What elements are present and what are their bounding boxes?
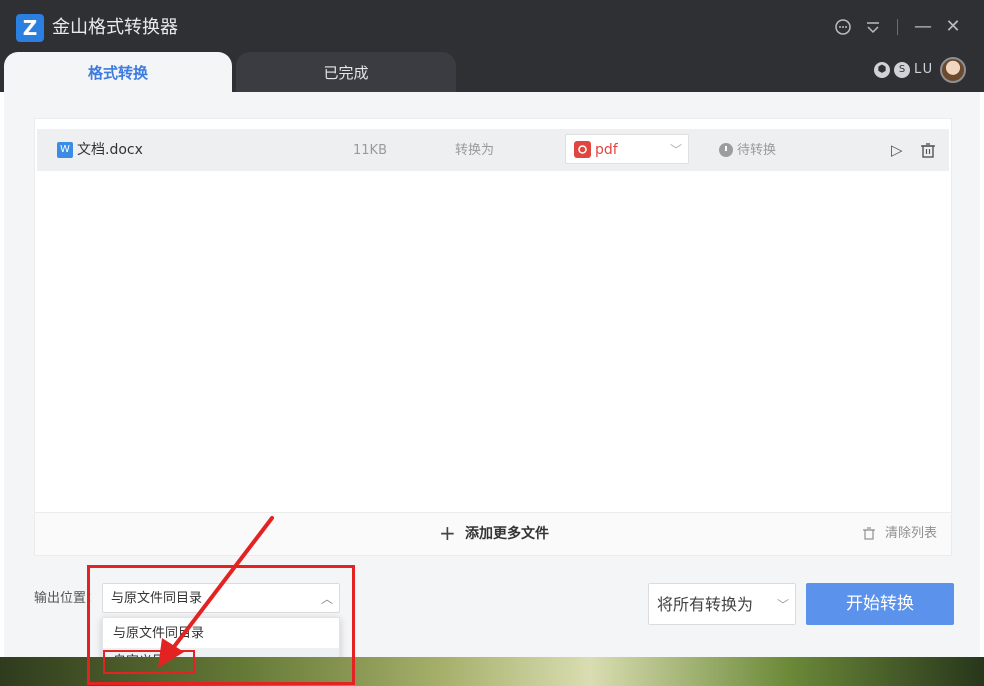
file-size: 11KB xyxy=(353,143,387,158)
add-more-files-button[interactable]: 添加更多文件 xyxy=(465,524,549,544)
plus-icon[interactable]: + xyxy=(439,522,456,544)
user-initials: LU xyxy=(914,62,935,77)
target-format-select[interactable]: pdf ﹀ xyxy=(565,134,689,164)
window-controls-divider xyxy=(897,19,898,35)
output-location-label: 输出位置： xyxy=(34,591,100,606)
app-logo-icon: Z xyxy=(16,14,44,42)
clock-icon xyxy=(719,143,733,157)
avatar[interactable] xyxy=(940,57,966,83)
trash-icon[interactable] xyxy=(921,139,935,164)
main-content: W 文档.docx 11KB 转换为 pdf ﹀ 待转换 ▷ + 添加更多文件 … xyxy=(4,92,980,686)
pdf-icon xyxy=(574,141,591,158)
tab-format-convert[interactable]: 格式转换 xyxy=(4,52,232,92)
convert-all-label: 将所有转换为 xyxy=(657,595,754,614)
chevron-up-icon: ︿ xyxy=(321,592,334,606)
convert-to-label: 转换为 xyxy=(455,143,495,158)
close-button[interactable]: ✕ xyxy=(940,14,966,40)
target-format-value: pdf xyxy=(595,142,618,158)
chevron-down-icon: ﹀ xyxy=(777,598,790,612)
file-name: 文档.docx xyxy=(77,142,143,158)
menu-icon[interactable] xyxy=(860,14,886,40)
vip-badge-icon: ⬢ xyxy=(874,62,890,78)
file-list-panel: W 文档.docx 11KB 转换为 pdf ﹀ 待转换 ▷ + 添加更多文件 … xyxy=(34,118,952,556)
app-title: 金山格式转换器 xyxy=(52,17,178,38)
play-icon[interactable]: ▷ xyxy=(891,139,903,161)
output-location-value: 与原文件同目录 xyxy=(111,591,203,606)
chevron-down-icon: ﹀ xyxy=(670,143,683,157)
tab-completed[interactable]: 已完成 xyxy=(236,52,456,92)
convert-all-select[interactable]: 将所有转换为 ﹀ xyxy=(648,583,796,625)
title-bar: Z 金山格式转换器 — ✕ 格式转换 已完成 ⬢ S LU xyxy=(0,0,984,92)
output-location-select[interactable]: 与原文件同目录 ︿ xyxy=(102,583,340,613)
svip-badge-icon: S xyxy=(894,62,910,78)
minimize-button[interactable]: — xyxy=(910,14,936,40)
trash-icon[interactable] xyxy=(863,524,875,547)
app-window: Z 金山格式转换器 — ✕ 格式转换 已完成 ⬢ S LU W 文档.docx … xyxy=(0,0,984,686)
dropdown-option-same-dir[interactable]: 与原文件同目录 xyxy=(103,620,339,648)
start-convert-button[interactable]: 开始转换 xyxy=(806,583,954,625)
word-file-icon: W xyxy=(57,142,73,158)
status-text: 待转换 xyxy=(737,143,777,158)
table-row[interactable]: W 文档.docx 11KB 转换为 pdf ﹀ 待转换 ▷ xyxy=(37,129,949,171)
desktop-background-strip xyxy=(0,657,984,686)
clear-list-button[interactable]: 清除列表 xyxy=(885,524,937,544)
chat-bubble-icon[interactable] xyxy=(830,14,856,40)
add-more-bar: + 添加更多文件 清除列表 xyxy=(35,512,951,555)
